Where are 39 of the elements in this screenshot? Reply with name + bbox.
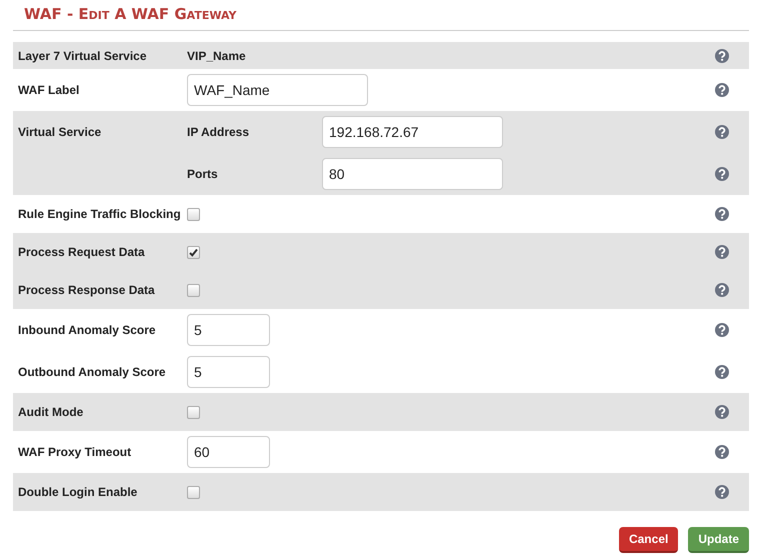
input-field[interactable]: WAF_Name [187,74,368,106]
field-label: WAF Proxy Timeout [18,444,132,461]
field-label: Ports [187,167,218,181]
field-value: VIP_Name [187,48,246,64]
checkbox[interactable] [187,284,200,296]
checkbox[interactable] [187,246,200,258]
help-icon[interactable] [715,48,729,62]
input-field[interactable]: 5 [187,356,270,388]
help-icon[interactable] [715,245,729,259]
page-title: WAF - Edit A WAF Gateway [23,4,236,25]
field-label: Virtual Service [18,124,102,141]
help-icon[interactable] [715,283,729,297]
help-icon[interactable] [715,207,729,221]
help-icon[interactable] [715,83,729,97]
help-icon[interactable] [715,323,729,337]
help-icon[interactable] [715,167,729,181]
help-icon[interactable] [715,365,729,379]
input-field[interactable]: 80 [322,158,503,190]
field-label: IP Address [187,125,250,139]
input-field[interactable]: 192.168.72.67 [322,116,503,148]
help-icon[interactable] [715,485,729,499]
field-label: Audit Mode [18,404,84,421]
input-field[interactable]: 60 [187,436,270,468]
field-label: WAF Label [18,82,80,99]
help-icon[interactable] [715,125,729,139]
checkbox[interactable] [187,486,200,498]
field-label: Outbound Anomaly Score [18,364,166,381]
field-label: Process Request Data [18,244,145,261]
cancel-button[interactable]: Cancel [618,527,678,553]
input-field[interactable]: 5 [187,314,270,346]
field-label: Process Response Data [18,282,155,299]
help-icon[interactable] [715,445,729,459]
field-label: Double Login Enable [18,484,138,501]
field-label: Rule Engine Traffic Blocking [18,206,181,223]
checkbox[interactable] [187,208,200,220]
field-label: Layer 7 Virtual Service [18,48,147,64]
field-label: Inbound Anomaly Score [18,322,156,339]
help-icon[interactable] [715,405,729,419]
checkbox[interactable] [187,406,200,418]
